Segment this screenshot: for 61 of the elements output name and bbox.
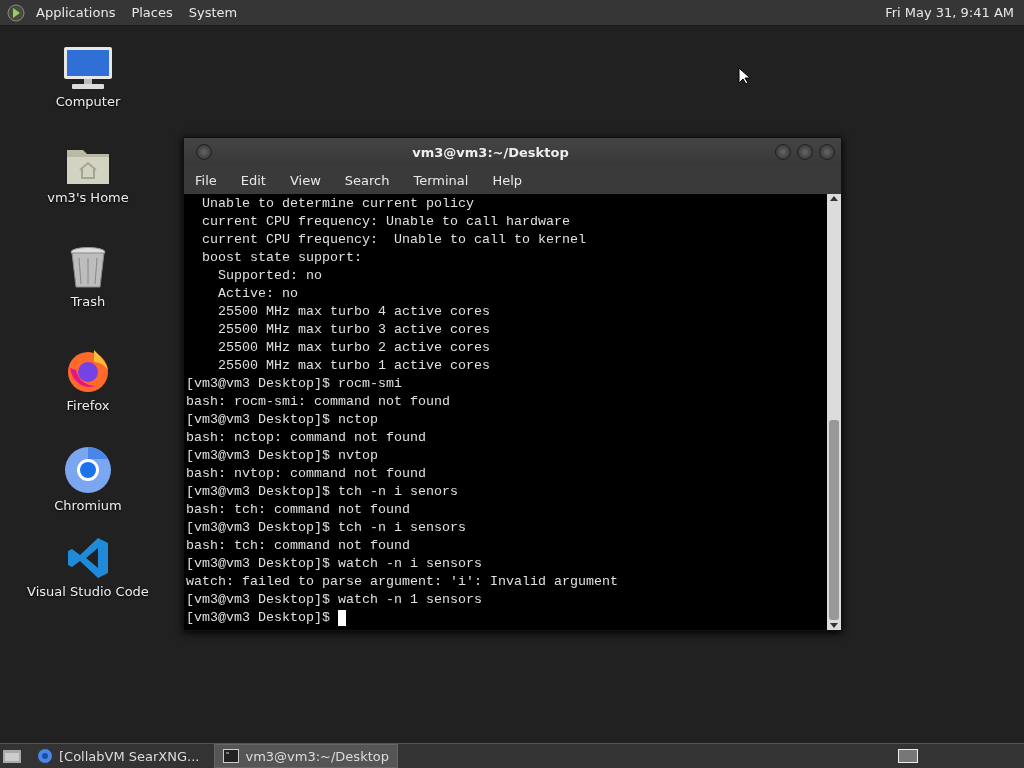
text-cursor [337,610,346,626]
desktop-icon-label[interactable]: Computer [55,94,121,109]
scrollbar[interactable] [827,194,841,630]
panel-menu[interactable]: System [182,3,244,22]
desktop-icon-label[interactable]: Visual Studio Code [27,584,149,599]
panel-menu[interactable]: Applications [30,3,122,22]
minimize-button[interactable] [775,144,791,160]
window-menu-button[interactable] [196,144,212,160]
terminal-line: 25500 MHz max turbo 3 active cores [217,321,490,339]
terminal-line: bash: tch: command not found [186,537,410,555]
close-button[interactable] [819,144,835,160]
terminal-line: [vm3@vm3 Desktop]$ watch -n 1 sensors [186,591,482,609]
terminal-line: [vm3@vm3 Desktop]$ nvtop [186,447,378,465]
terminal-line: Unable to determine current policy [201,195,474,213]
terminal-line: current CPU frequency: Unable to call hardware [201,213,570,231]
scrollbar-thumb[interactable] [829,420,839,620]
terminal-line: [vm3@vm3 Desktop]$ rocm-smi [186,375,402,393]
clock[interactable]: Fri May 31, 9:41 AM [885,5,1018,20]
terminal-line: boost state support: [201,249,362,267]
panel-menu[interactable]: Places [125,3,179,22]
terminal-line: [vm3@vm3 Desktop]$ watch -n i sensors [186,555,482,573]
workspace-switcher[interactable] [898,749,918,763]
monitor-icon [62,46,114,90]
chromium-icon [64,446,112,494]
terminal-line: current CPU frequency: Unable to call to kernel [201,231,586,249]
terminal-line: 25500 MHz max turbo 2 active cores [217,339,490,357]
terminal-line: Supported: no [217,267,322,285]
maximize-button[interactable] [797,144,813,160]
menu-item[interactable]: Search [339,170,395,190]
terminal-line: 25500 MHz max turbo 4 active cores [217,303,490,321]
taskbar-button[interactable]: [CollabVM SearXNG... [28,744,209,768]
terminal-line: [vm3@vm3 Desktop]$ tch -n i sensors [186,519,466,537]
code-editor-icon [66,536,110,580]
terminal-line: [vm3@vm3 Desktop]$ tch -n i senors [186,483,458,501]
menu-item[interactable]: File [190,170,222,190]
desktop-icon-label[interactable]: Firefox [66,398,110,413]
terminal-line: bash: nctop: command not found [186,429,426,447]
scroll-up-icon[interactable] [829,194,839,204]
terminal-line: bash: tch: command not found [186,501,410,519]
terminal-line: [vm3@vm3 Desktop]$ [186,609,331,627]
menu-item[interactable]: View [284,170,326,190]
menu-item[interactable]: Terminal [408,170,474,190]
taskbar-button[interactable]: vm3@vm3:~/Desktop [214,744,398,768]
terminal-line: bash: rocm-smi: command not found [186,393,450,411]
desktop-icon-label[interactable]: Chromium [54,498,122,513]
terminal-line: watch: failed to parse argument: 'i': Invalid argument [186,573,618,591]
desktop-icon-label[interactable]: Trash [70,294,106,309]
mouse-pointer-icon [738,67,750,85]
browser-icon [37,748,53,764]
terminal-line: 25500 MHz max turbo 1 active cores [217,357,490,375]
menu-item[interactable]: Edit [235,170,271,190]
terminal-line: [vm3@vm3 Desktop]$ nctop [186,411,378,429]
terminal-line: bash: nvtop: command not found [186,465,426,483]
show-desktop-icon[interactable] [2,747,22,765]
trash-icon [69,246,107,290]
terminal-icon [223,749,240,763]
window-title: vm3@vm3:~/Desktop [411,144,570,160]
logo-icon[interactable] [6,2,26,23]
terminal-line: Active: no [217,285,298,303]
menu-item[interactable]: Help [487,170,528,190]
desktop-icon-label[interactable]: vm3's Home [47,190,129,205]
